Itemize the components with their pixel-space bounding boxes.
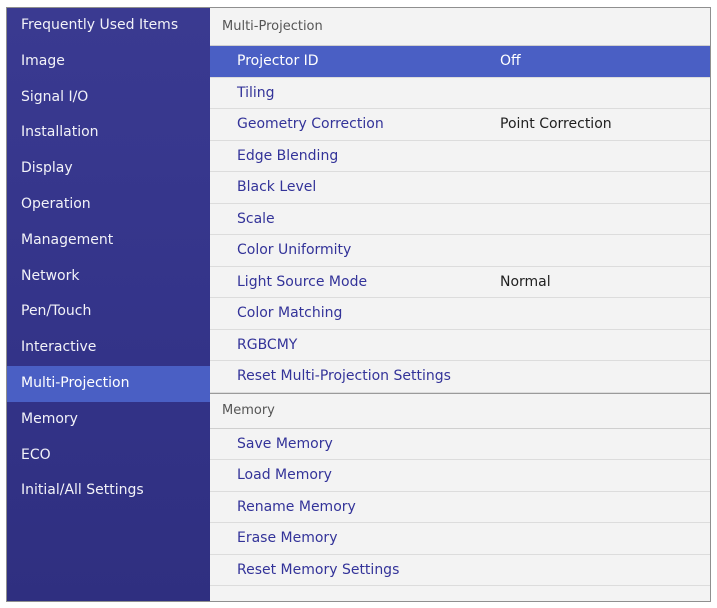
sidebar-item-interactive[interactable]: Interactive — [7, 330, 210, 366]
menu-row-projector-id[interactable]: Projector ID Off — [210, 46, 710, 78]
row-value: Normal — [500, 273, 551, 290]
menu-row-geometry-correction[interactable]: Geometry Correction Point Correction — [210, 109, 710, 141]
menu-row-save-memory[interactable]: Save Memory — [210, 429, 710, 460]
menu-row-reset-memory-settings[interactable]: Reset Memory Settings — [210, 555, 710, 586]
menu-row-black-level[interactable]: Black Level — [210, 172, 710, 204]
row-label: Edge Blending — [237, 147, 339, 164]
menu-row-reset-multi-projection-settings[interactable]: Reset Multi-Projection Settings — [210, 361, 710, 393]
sidebar-item-frequently-used-items[interactable]: Frequently Used Items — [7, 8, 210, 44]
row-label: Reset Multi-Projection Settings — [237, 368, 451, 384]
row-label: Load Memory — [237, 467, 332, 483]
row-label: Color Matching — [237, 305, 343, 321]
menu-sidebar: Frequently Used Items Image Signal I/O I… — [7, 8, 210, 601]
row-label: Scale — [237, 210, 275, 227]
row-label: Erase Memory — [237, 530, 338, 546]
menu-row-erase-memory[interactable]: Erase Memory — [210, 523, 710, 555]
menu-row-edge-blending[interactable]: Edge Blending — [210, 141, 710, 172]
multi-projection-section-header: Multi-Projection — [210, 8, 710, 46]
menu-row-light-source-mode[interactable]: Light Source Mode Normal — [210, 267, 710, 298]
projector-menu-window: Frequently Used Items Image Signal I/O I… — [6, 7, 711, 602]
memory-section-header: Memory — [210, 392, 710, 429]
sidebar-item-operation[interactable]: Operation — [7, 187, 210, 223]
row-label: Geometry Correction — [237, 116, 384, 132]
menu-row-color-uniformity[interactable]: Color Uniformity — [210, 235, 710, 267]
sidebar-item-multi-projection[interactable]: Multi-Projection — [7, 365, 210, 402]
menu-row-rename-memory[interactable]: Rename Memory — [210, 492, 710, 523]
row-value: Off — [500, 53, 521, 69]
sidebar-item-pen-touch[interactable]: Pen/Touch — [7, 294, 210, 330]
row-label: RGBCMY — [237, 336, 298, 353]
menu-row-load-memory[interactable]: Load Memory — [210, 460, 710, 492]
row-label: Projector ID — [237, 53, 319, 69]
sidebar-item-eco[interactable]: ECO — [7, 438, 210, 474]
row-label: Black Level — [237, 179, 317, 195]
menu-row-tiling[interactable]: Tiling — [210, 78, 710, 109]
sidebar-item-image[interactable]: Image — [7, 44, 210, 80]
sidebar-item-initial-all-settings[interactable]: Initial/All Settings — [7, 473, 210, 509]
row-label: Reset Memory Settings — [237, 561, 400, 578]
sidebar-item-signal-io[interactable]: Signal I/O — [7, 80, 210, 116]
settings-panel: Multi-Projection Projector ID Off Tiling… — [210, 8, 710, 601]
row-label: Color Uniformity — [237, 242, 352, 258]
sidebar-item-installation[interactable]: Installation — [7, 115, 210, 151]
menu-row-color-matching[interactable]: Color Matching — [210, 298, 710, 330]
row-label: Save Memory — [237, 435, 333, 452]
sidebar-item-management[interactable]: Management — [7, 223, 210, 259]
row-label: Light Source Mode — [237, 273, 368, 290]
row-label: Rename Memory — [237, 498, 356, 515]
row-label: Tiling — [237, 84, 275, 101]
sidebar-item-network[interactable]: Network — [7, 259, 210, 295]
menu-row-rgbcmy[interactable]: RGBCMY — [210, 330, 710, 361]
sidebar-item-display[interactable]: Display — [7, 151, 210, 187]
sidebar-item-memory[interactable]: Memory — [7, 402, 210, 438]
menu-row-scale[interactable]: Scale — [210, 204, 710, 235]
row-value: Point Correction — [500, 116, 612, 132]
